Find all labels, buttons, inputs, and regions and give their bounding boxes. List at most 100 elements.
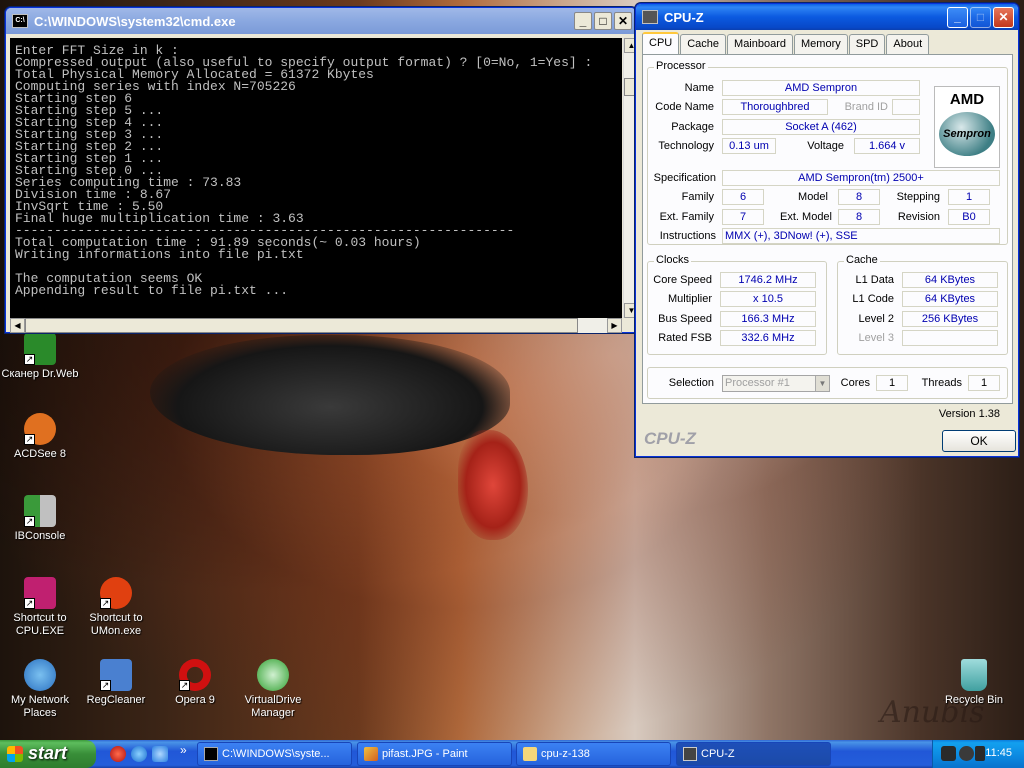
task-paint[interactable]: pifast.JPG - Paint xyxy=(357,742,512,766)
minimize-button[interactable]: _ xyxy=(574,12,592,30)
ext-model-value: 8 xyxy=(838,209,880,225)
desktop-icon-regcleaner[interactable]: ↗ RegCleaner xyxy=(76,659,156,707)
quicklaunch-ie-icon[interactable] xyxy=(131,746,147,762)
task-label: C:\WINDOWS\syste... xyxy=(222,748,330,760)
quicklaunch-more-icon[interactable]: » xyxy=(180,743,187,757)
desktop-icon-virtualdrive[interactable]: VirtualDrive Manager xyxy=(233,659,313,720)
brandid-value xyxy=(892,99,920,115)
quicklaunch-browser-icon[interactable] xyxy=(152,746,168,762)
ibconsole-icon: ↗ xyxy=(24,495,56,527)
task-label: CPU-Z xyxy=(701,748,735,760)
ext-model-label: Ext. Model xyxy=(780,211,832,223)
family-label: Family xyxy=(681,191,714,203)
level2-value: 256 KBytes xyxy=(902,311,998,327)
desktop-icon-cpu-exe[interactable]: ↗ Shortcut to CPU.EXE xyxy=(0,577,80,638)
start-button[interactable]: start xyxy=(0,740,96,768)
desktop-icon-drweb[interactable]: ↗ Сканер Dr.Web xyxy=(0,333,80,381)
maximize-button: □ xyxy=(970,6,991,28)
task-cpuz[interactable]: CPU-Z xyxy=(676,742,831,766)
name-label: Name xyxy=(684,82,714,94)
package-label: Package xyxy=(671,121,714,133)
tab-spd[interactable]: SPD xyxy=(848,34,886,54)
tab-about[interactable]: About xyxy=(886,34,930,54)
codename-value: Thoroughbred xyxy=(722,99,828,115)
desktop-icon-label: VirtualDrive Manager xyxy=(244,694,302,719)
cache-legend: Cache xyxy=(844,254,880,266)
tab-cpu[interactable]: CPU xyxy=(642,32,680,54)
maximize-button[interactable]: □ xyxy=(594,12,612,30)
clock[interactable]: 11:45 xyxy=(985,747,1012,759)
network-places-icon xyxy=(24,659,56,691)
horizontal-scroll-thumb[interactable] xyxy=(25,318,578,333)
ext-family-value: 7 xyxy=(722,209,764,225)
task-cpuz-folder[interactable]: cpu-z-138 xyxy=(516,742,671,766)
task-label: pifast.JPG - Paint xyxy=(382,748,468,760)
cpuz-window[interactable]: CPU-Z _ □ ✕ CPU Cache Mainboard Memory S… xyxy=(635,3,1019,457)
desktop-icon-label: My Network Places xyxy=(10,694,70,719)
cmd-window[interactable]: C:\ C:\WINDOWS\system32\cmd.exe _ □ ✕ En… xyxy=(5,7,639,333)
amd-logo-text: AMD xyxy=(949,91,985,108)
amd-sempron-logo: AMD Sempron xyxy=(934,86,1000,168)
opera-icon: ↗ xyxy=(179,659,211,691)
desktop-icon-opera[interactable]: ↗ Opera 9 xyxy=(155,659,235,707)
console-output[interactable]: Enter FFT Size in k : Compressed output … xyxy=(10,38,622,318)
l1-code-value: 64 KBytes xyxy=(902,291,998,307)
scroll-left-arrow-icon[interactable]: ◀ xyxy=(10,318,25,333)
processor-select: Processor #1 ▼ xyxy=(722,375,830,392)
desktop-icon-umon[interactable]: ↗ Shortcut to UMon.exe xyxy=(76,577,156,638)
tray-app-icon[interactable] xyxy=(975,746,985,761)
level3-label: Level 3 xyxy=(858,332,894,344)
tray-network-icon[interactable] xyxy=(959,746,974,761)
scroll-right-arrow-icon[interactable]: ▶ xyxy=(607,318,622,333)
desktop-icon-label: Shortcut to CPU.EXE xyxy=(13,612,67,637)
selection-group: Selection Processor #1 ▼ Cores 1 Threads… xyxy=(647,367,1008,399)
selection-label: Selection xyxy=(668,377,714,389)
stepping-label: Stepping xyxy=(896,191,940,203)
tab-memory[interactable]: Memory xyxy=(794,34,848,54)
system-tray: 11:45 xyxy=(932,740,1024,768)
rated-fsb-label: Rated FSB xyxy=(658,332,712,344)
tab-mainboard[interactable]: Mainboard xyxy=(727,34,794,54)
clocks-group: Clocks Core Speed 1746.2 MHz Multiplier … xyxy=(647,254,827,355)
taskbar: start » C:\WINDOWS\syste... pifast.JPG -… xyxy=(0,740,1024,768)
name-value: AMD Sempron xyxy=(722,80,920,96)
desktop-icon-acdsee[interactable]: ↗ ACDSee 8 xyxy=(0,413,80,461)
desktop-icon-network-places[interactable]: My Network Places xyxy=(0,659,80,720)
l1-data-value: 64 KBytes xyxy=(902,272,998,288)
threads-value: 1 xyxy=(968,375,1000,391)
quicklaunch-opera-icon[interactable] xyxy=(110,746,126,762)
tab-cache[interactable]: Cache xyxy=(680,34,727,54)
umon-icon: ↗ xyxy=(100,577,132,609)
core-speed-value: 1746.2 MHz xyxy=(720,272,816,288)
cmd-icon: C:\ xyxy=(12,14,28,28)
instructions-label: Instructions xyxy=(659,230,716,242)
paint-task-icon xyxy=(364,747,378,761)
tray-monitor-icon[interactable] xyxy=(941,746,956,761)
desktop-icon-recycle-bin[interactable]: Recycle Bin xyxy=(934,659,1014,707)
cpuz-task-icon xyxy=(683,747,697,761)
desktop-icon-ibconsole[interactable]: ↗ IBConsole xyxy=(0,495,80,543)
minimize-button[interactable]: _ xyxy=(947,6,968,28)
close-button[interactable]: ✕ xyxy=(614,12,632,30)
ext-family-label: Ext. Family xyxy=(659,211,714,223)
horizontal-scrollbar[interactable]: ◀ ▶ xyxy=(10,318,622,333)
revision-value: B0 xyxy=(948,209,990,225)
cpuz-titlebar[interactable]: CPU-Z _ □ ✕ xyxy=(636,4,1018,30)
voltage-value: 1.664 v xyxy=(854,138,920,154)
version-label: Version 1.38 xyxy=(938,408,1000,420)
cmd-task-icon xyxy=(204,747,218,761)
cpu-tab-panel: Processor Name AMD Sempron Code Name Tho… xyxy=(642,54,1013,404)
desktop-icon-label: ACDSee 8 xyxy=(14,448,66,460)
task-label: cpu-z-138 xyxy=(541,748,590,760)
cmd-titlebar[interactable]: C:\ C:\WINDOWS\system32\cmd.exe _ □ ✕ xyxy=(6,8,636,34)
stepping-value: 1 xyxy=(948,189,990,205)
cpuz-app-icon xyxy=(642,10,658,24)
ok-button[interactable]: OK xyxy=(942,430,1016,452)
multiplier-label: Multiplier xyxy=(667,293,712,305)
close-button[interactable]: ✕ xyxy=(993,6,1014,28)
bus-speed-label: Bus Speed xyxy=(658,313,712,325)
technology-value: 0.13 um xyxy=(722,138,776,154)
brandid-label: Brand ID xyxy=(844,101,888,113)
cores-label: Cores xyxy=(840,377,870,389)
task-cmd[interactable]: C:\WINDOWS\syste... xyxy=(197,742,352,766)
